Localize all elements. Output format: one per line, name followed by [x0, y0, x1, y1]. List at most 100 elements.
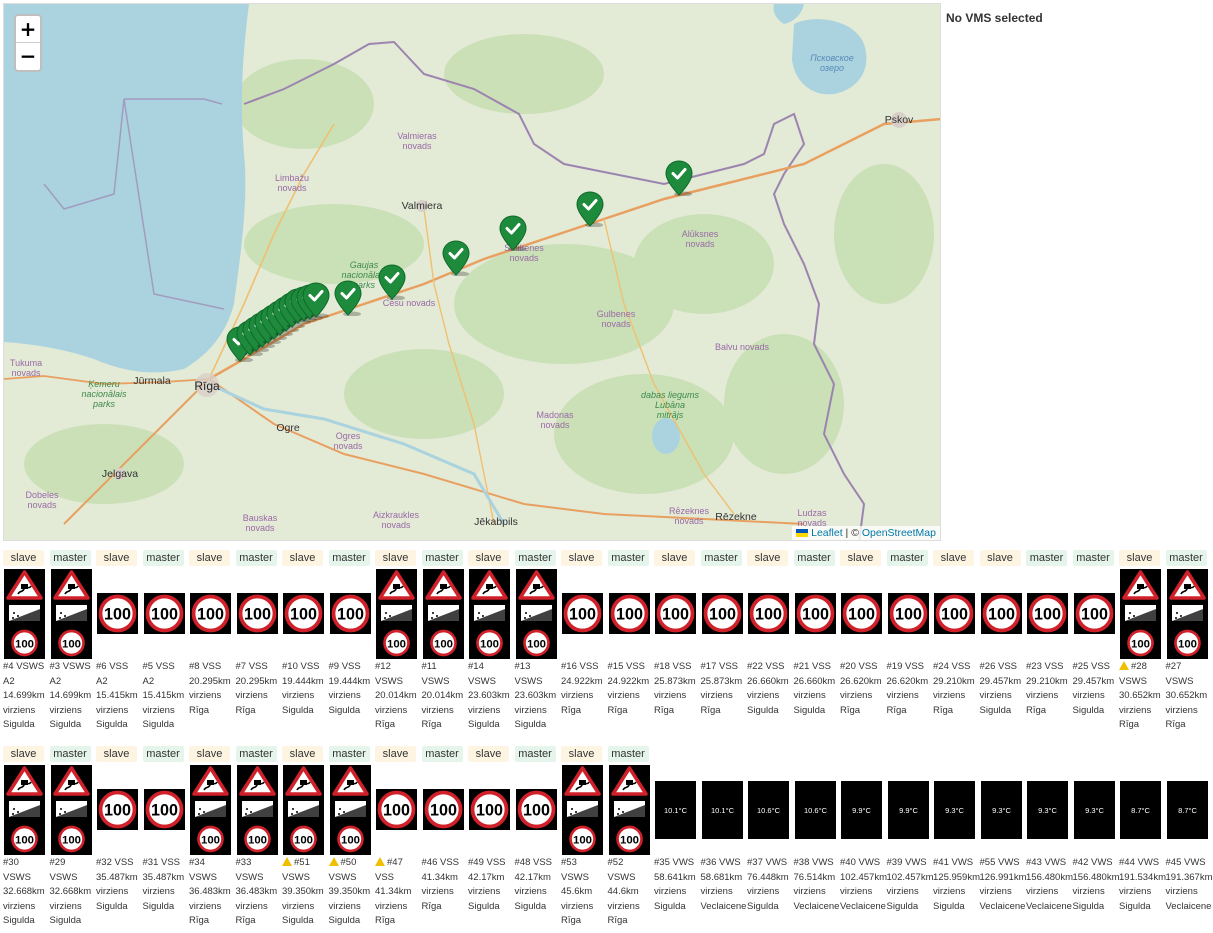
osm-link[interactable]: OpenStreetMap: [862, 527, 936, 539]
vms-info-line: 26.660km: [747, 675, 789, 687]
speed-limit-100-icon: 100: [97, 593, 138, 634]
svg-text:100: 100: [709, 606, 736, 624]
vms-info-line: #53: [561, 857, 577, 868]
vms-map-marker[interactable]: [378, 264, 406, 301]
svg-text:100: 100: [151, 606, 178, 624]
vms-info: #16 VSS 24.922km virziens Rīga: [561, 660, 603, 718]
vms-info-line: A2: [96, 675, 108, 687]
vms-info-line: 25.873km: [654, 675, 696, 687]
vms-info-line: 20.014km: [421, 690, 464, 701]
vms-info-line: Rīga: [189, 915, 210, 926]
vms-sign-display: 100: [376, 569, 417, 659]
vms-info-line: #9 VSS: [328, 661, 361, 672]
vms-info: #33 VSWS 36.483km virziens Rīga: [236, 856, 278, 929]
vms-info: #26 VSS 29.457km virziens Sigulda: [980, 660, 1022, 718]
svg-text:100: 100: [15, 638, 34, 650]
leaflet-link[interactable]: Leaflet: [811, 527, 843, 539]
vms-info-line: Sigulda: [96, 719, 128, 730]
vms-info-line: #11: [421, 661, 437, 672]
weather-display-icon: 9.3°C: [1027, 781, 1068, 839]
vms-info-line: Sigulda: [886, 900, 919, 912]
slippery-road-warning-icon: 100: [329, 765, 371, 855]
vms-info-line: Rīga: [1165, 719, 1186, 730]
vms-info-line: #45 VWS: [1165, 857, 1206, 868]
vms-info-line: #12: [375, 661, 391, 672]
master-badge: master: [49, 746, 91, 762]
vms-info-line: virziens: [328, 690, 361, 701]
vms-info-line: virziens: [1165, 886, 1198, 897]
vms-info-line: Rīga: [189, 704, 210, 716]
vms-sign-display: 100: [934, 593, 975, 634]
vms-sign-display: 100: [794, 593, 836, 634]
check-pin-icon: [665, 160, 693, 197]
vms-info-line: 15.415km: [96, 690, 138, 701]
slave-badge: slave: [3, 746, 44, 762]
vms-info: #22 VSS 26.660km virziens Sigulda: [747, 660, 789, 718]
vms-info: #37 VWS 76.448km virziens Sigulda: [747, 856, 789, 914]
svg-text:100: 100: [15, 834, 34, 846]
vms-sign-display: 100: [655, 593, 696, 634]
check-pin-icon: [334, 280, 362, 317]
place-label: Limbažu novads: [274, 173, 310, 193]
vms-info-line: virziens: [1026, 886, 1059, 897]
vms-info: #12 VSWS 20.014km virziens Rīga: [375, 660, 417, 733]
vms-info-line: virziens: [3, 704, 36, 716]
vms-map-marker[interactable]: [499, 215, 527, 252]
master-badge: master: [421, 746, 463, 762]
vms-info-line: Rīga: [607, 704, 628, 716]
vms-info: #51 VSWS 39.350km virziens Sigulda: [282, 856, 324, 929]
vms-info: #42 VWS 156.480km virziens Sigulda: [1073, 856, 1120, 914]
speed-limit-100-icon: 100: [190, 593, 231, 634]
vms-map-marker[interactable]: [334, 280, 362, 317]
vms-info-line: 19.444km: [328, 675, 371, 687]
vms-sign-display: 9.3°C: [1073, 781, 1115, 839]
vms-map-marker[interactable]: [442, 240, 470, 277]
zoom-in-button[interactable]: +: [16, 16, 40, 43]
vms-info-line: Sigulda: [142, 719, 175, 730]
svg-text:100: 100: [1081, 606, 1108, 624]
weather-display-icon: 9.3°C: [1073, 781, 1115, 839]
slippery-road-warning-icon: 100: [4, 569, 45, 659]
svg-text:100: 100: [433, 638, 452, 650]
weather-display-icon: 8.7°C: [1120, 781, 1161, 839]
vms-info-line: Veclaicene: [700, 900, 747, 912]
vms-info-line: virziens: [235, 900, 268, 912]
vms-info-line: Sigulda: [514, 900, 547, 912]
master-badge: master: [328, 550, 370, 566]
svg-text:100: 100: [569, 606, 596, 624]
check-pin-icon: [442, 240, 470, 277]
vms-info-line: Rīga: [654, 704, 675, 716]
vms-info-line: 102.457km: [886, 871, 934, 883]
vms-info-line: 156.480km: [1026, 871, 1074, 883]
check-pin-icon: [378, 264, 406, 301]
vms-sign-display: 100: [887, 593, 929, 634]
vms-info-line: virziens: [468, 886, 501, 897]
vms-map-marker[interactable]: [665, 160, 693, 197]
vms-info-line: 39.350km: [328, 886, 371, 897]
vms-info: #14 VSWS 23.603km virziens Sigulda: [468, 660, 510, 733]
vms-sign-display: 100: [562, 593, 603, 634]
vms-info-line: VSWS: [235, 871, 264, 883]
slave-badge: slave: [561, 550, 602, 566]
svg-text:8.7°C: 8.7°C: [1131, 806, 1150, 815]
warning-icon: [375, 857, 385, 866]
vms-sign-display: 100: [1120, 569, 1161, 659]
speed-limit-100-icon: 100: [608, 593, 650, 634]
vms-info-line: 191.534km: [1119, 871, 1167, 883]
vms-info-line: virziens: [421, 704, 454, 716]
map[interactable]: + − Valmieras novads Limbažu novads Valmiera…: [3, 3, 941, 541]
svg-text:100: 100: [430, 802, 457, 820]
vms-info-line: #24 VSS: [933, 661, 971, 672]
vms-info-line: 29.457km: [979, 675, 1022, 687]
vms-info-line: virziens: [979, 690, 1012, 701]
zoom-out-button[interactable]: −: [16, 43, 40, 70]
vms-info-line: #21 VSS: [793, 661, 832, 672]
vms-info-line: Rīga: [375, 915, 396, 926]
vms-info-line: 29.210km: [933, 675, 975, 687]
vms-info-line: Rīga: [1119, 719, 1140, 730]
slave-badge: slave: [468, 550, 509, 566]
map-attribution: Leaflet | © OpenStreetMap: [792, 526, 940, 540]
vms-map-marker[interactable]: [302, 282, 330, 319]
svg-text:100: 100: [619, 834, 638, 846]
vms-map-marker[interactable]: [576, 191, 604, 228]
